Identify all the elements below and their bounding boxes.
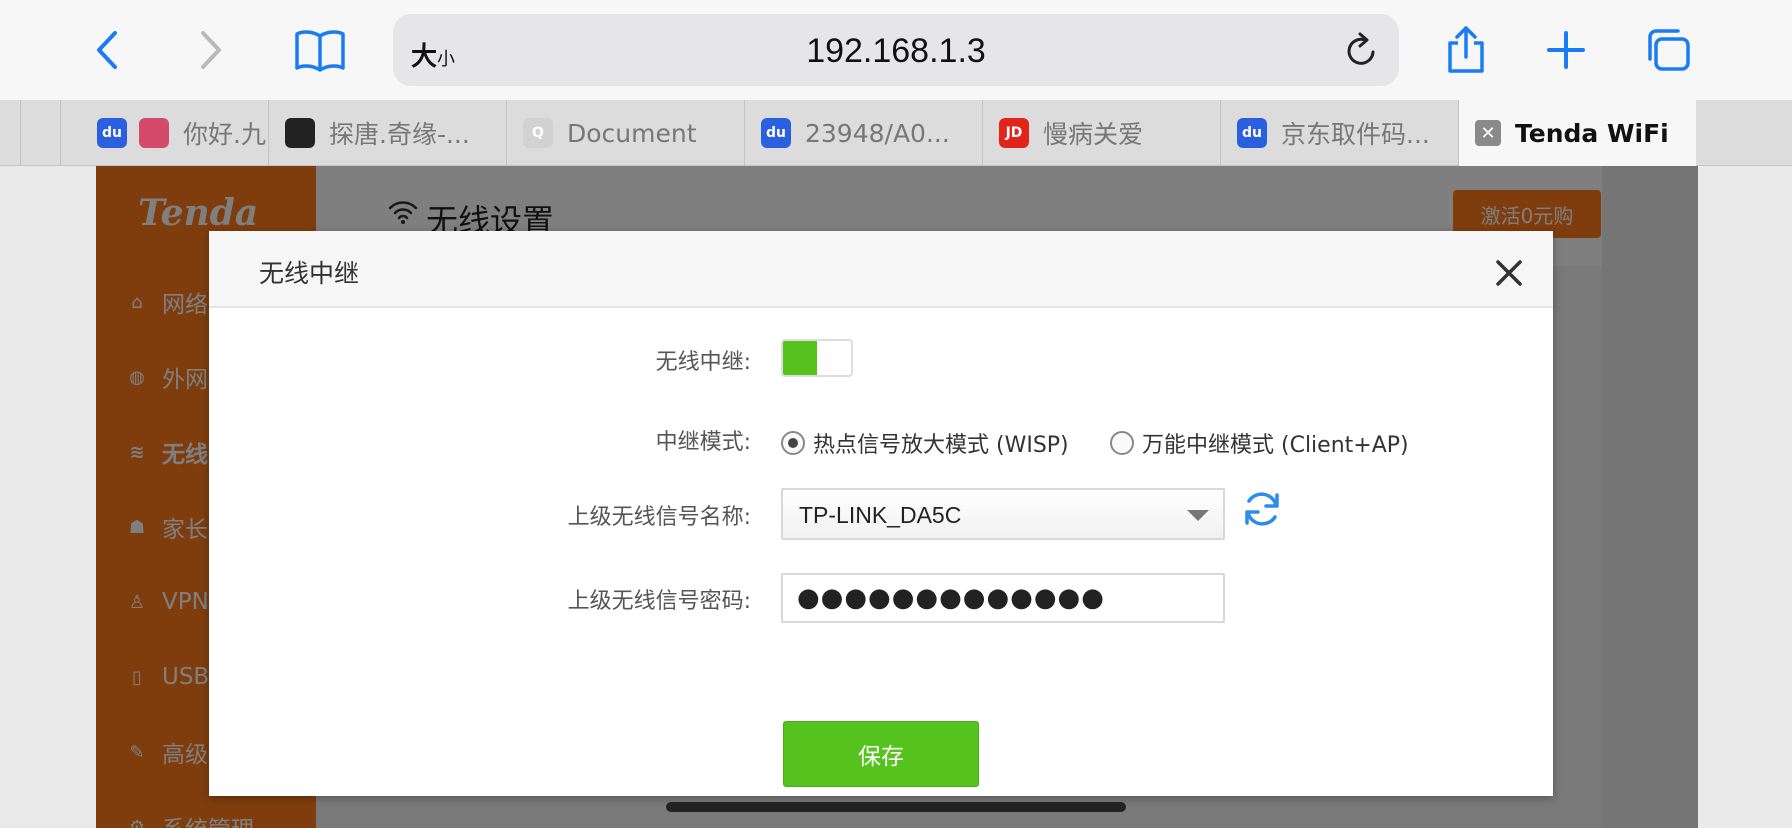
tab-label: 慢病关爱 (1043, 120, 1144, 149)
tab-label: 你好.九 (183, 120, 266, 149)
jd-icon: JD (999, 118, 1029, 148)
tab-3[interactable]: Q Document (506, 100, 744, 166)
close-icon[interactable] (1495, 259, 1523, 287)
close-tab-icon[interactable]: ✕ (1475, 120, 1501, 146)
paw-icon: du (761, 118, 791, 148)
toggle-on-indicator (783, 341, 817, 375)
save-button[interactable]: 保存 (783, 721, 979, 787)
tab-label: Tenda WiFi (1515, 118, 1669, 148)
tab-2[interactable]: 探唐.奇缘-... (268, 100, 506, 166)
mode-label: 中继模式: (655, 430, 751, 455)
tab-4[interactable]: du 23948/A0... (744, 100, 982, 166)
repeater-label: 无线中继: (655, 350, 751, 375)
radio-selected-icon (781, 431, 805, 455)
dialog-title: 无线中继 (259, 259, 360, 288)
home-indicator (666, 802, 1126, 812)
address-bar[interactable]: 大小 192.168.1.3 (393, 14, 1399, 86)
tab-bar: du 你好.九 探唐.奇缘-... Q Document du 23948/A0… (0, 100, 1792, 166)
new-tab-icon[interactable] (1538, 22, 1594, 78)
browser-toolbar: 大小 192.168.1.3 (0, 0, 1792, 100)
ssid-label: 上级无线信号名称: (567, 505, 751, 530)
tab-stub[interactable] (20, 100, 60, 166)
tab-5[interactable]: JD 慢病关爱 (982, 100, 1220, 166)
repeater-dialog: 无线中继 无线中继: 中继模式: 热点信号放大模式 (WISP) 万能中继模式 … (209, 231, 1553, 796)
q-icon: Q (523, 118, 553, 148)
share-icon[interactable] (1438, 22, 1494, 78)
repeater-toggle[interactable] (781, 339, 853, 377)
back-icon[interactable] (80, 22, 136, 78)
url-text: 192.168.1.3 (806, 32, 986, 70)
mode-radio-wisp[interactable]: 热点信号放大模式 (WISP) (781, 427, 1069, 459)
tabs-overview-icon[interactable] (1640, 22, 1696, 78)
password-label: 上级无线信号密码: (567, 589, 751, 614)
tab-active[interactable]: ✕ Tenda WiFi (1458, 100, 1696, 166)
ssid-select[interactable]: TP-LINK_DA5C (781, 488, 1225, 540)
password-field[interactable]: ●●●●●●●●●●●●● (781, 573, 1225, 623)
paw-icon: du (1237, 118, 1267, 148)
refresh-icon[interactable] (1242, 489, 1282, 529)
chevron-down-icon (1187, 510, 1209, 521)
tab-label: 京东取件码... (1281, 120, 1430, 149)
tab-1[interactable]: du 你好.九 (60, 100, 268, 166)
tab-label: 探唐.奇缘-... (329, 120, 470, 149)
paw-icon: du (97, 118, 127, 148)
game-avatar-icon (139, 118, 169, 148)
tab-6[interactable]: du 京东取件码... (1220, 100, 1458, 166)
tab-label: Document (567, 118, 697, 148)
radio-unselected-icon (1110, 431, 1134, 455)
forward-icon[interactable] (182, 22, 238, 78)
reload-icon[interactable] (1343, 30, 1381, 74)
bookmarks-icon[interactable] (292, 22, 348, 78)
game-icon (285, 118, 315, 148)
dialog-header: 无线中继 (209, 231, 1553, 308)
tab-label: 23948/A0... (805, 118, 950, 148)
mode-radio-client-ap[interactable]: 万能中继模式 (Client+AP) (1110, 427, 1409, 459)
